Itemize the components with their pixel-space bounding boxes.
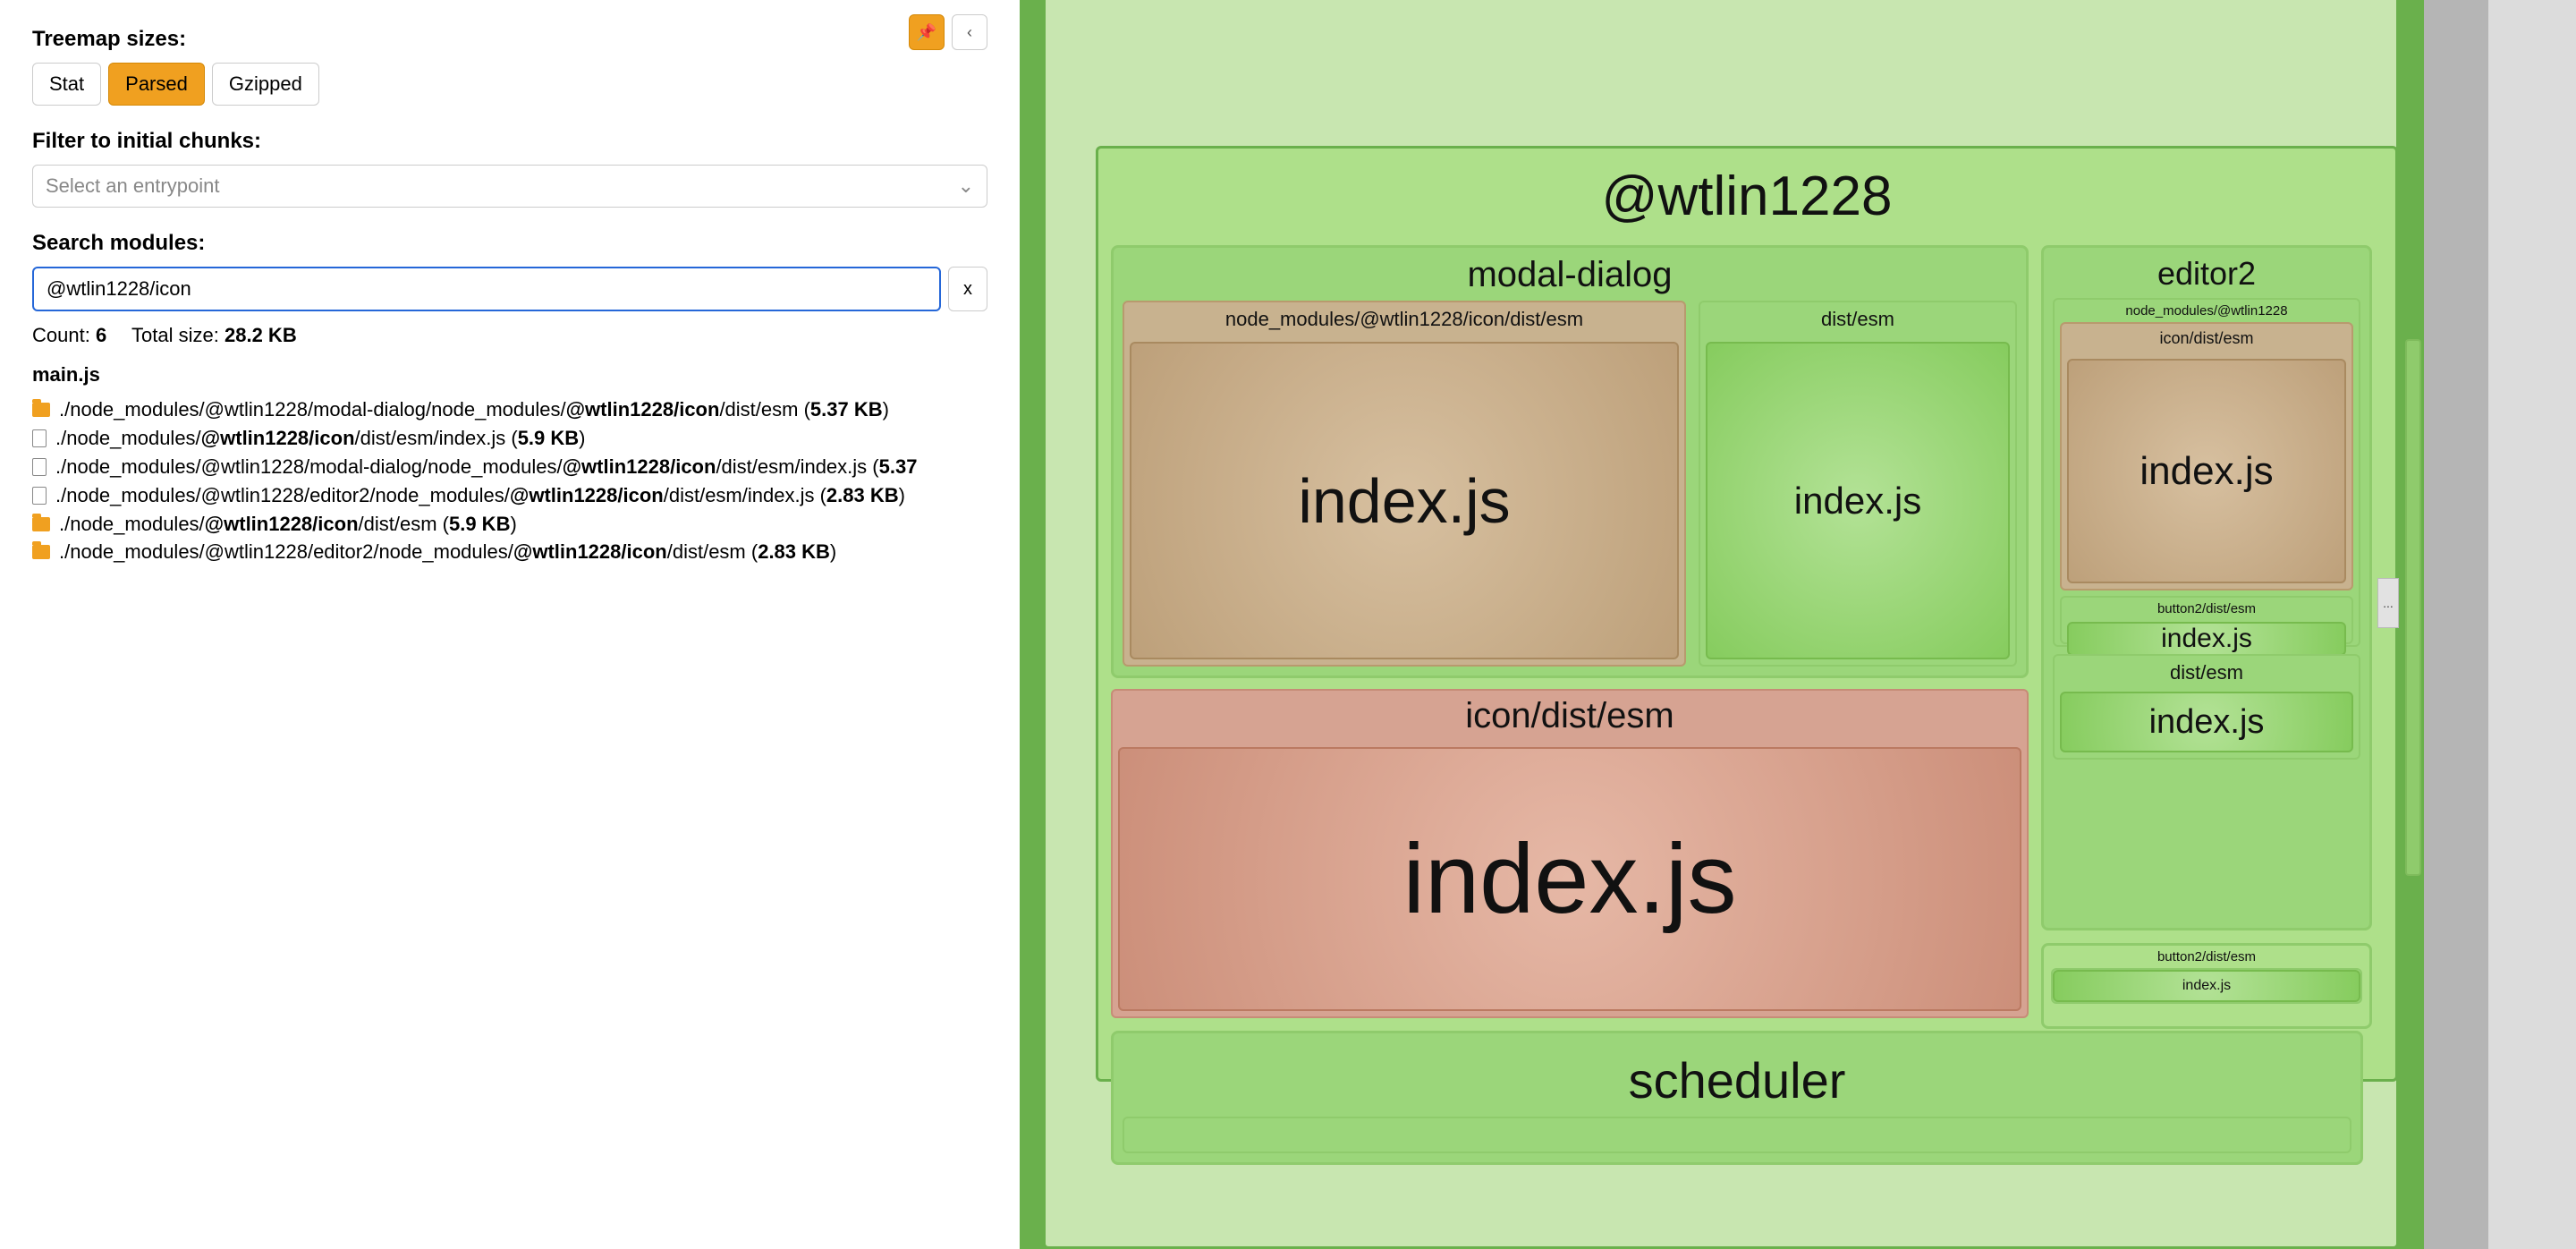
leaf-label: index.js [1130,342,1679,659]
size-parsed-button[interactable]: Parsed [108,63,205,106]
sidebar-top-buttons: 📌 ‹ [909,14,987,50]
size-gzipped-button[interactable]: Gzipped [212,63,319,106]
chunk-name: main.js [32,363,987,387]
leaf-label: index.js [2060,692,2353,752]
module-path: ./node_modules/@wtlin1228/modal-dialog/n… [59,395,889,424]
treemap-package[interactable]: @wtlin1228 modal-dialog node_modules/@wt… [1096,146,2398,1082]
leaf-label: index.js [2053,970,2360,1002]
treemap-gutter [2424,0,2488,1249]
ellipsis-tab[interactable]: ... [2377,578,2399,628]
treemap-node[interactable]: node_modules/@wtlin1228 icon/dist/esm in… [2053,298,2360,647]
node-title: modal-dialog [1114,248,2026,301]
file-icon [32,458,47,476]
leaf-header: node_modules/@wtlin1228/icon/dist/esm [1124,302,1684,336]
leaf-label: index.js [1118,747,2021,1011]
treemap-leaf[interactable]: button2/dist/esm index.js [2060,596,2353,644]
module-row[interactable]: ./node_modules/@wtlin1228/icon/dist/esm … [32,510,987,539]
entrypoint-select[interactable]: Select an entrypoint ⌄ [32,165,987,208]
leaf-label: index.js [2067,359,2346,583]
treemap-leaf[interactable]: dist/esm index.js [1699,301,2017,667]
node-title: editor2 [2044,248,2369,298]
file-icon [32,429,47,447]
leaf-header: dist/esm [2055,656,2359,690]
treemap-outer: @wtlin1228 modal-dialog node_modules/@wt… [1020,0,2424,1249]
treemap-inner: @wtlin1228 modal-dialog node_modules/@wt… [1043,0,2399,1249]
treemap-sizes-label: Treemap sizes: [32,27,987,52]
pin-button[interactable]: 📌 [909,14,945,50]
module-row[interactable]: ./node_modules/@wtlin1228/modal-dialog/n… [32,453,987,481]
search-row: x [32,267,987,311]
entrypoint-placeholder: Select an entrypoint [46,174,219,198]
package-body: modal-dialog node_modules/@wtlin1228/ico… [1111,245,2383,1066]
treemap-node-button2[interactable]: button2/dist/esm index.js [2041,943,2372,1029]
treemap-leaf[interactable]: icon/dist/esm index.js [2060,322,2353,591]
leaf-header: button2/dist/esm [2062,598,2351,620]
leaf-header: icon/dist/esm [2062,324,2351,353]
treemap[interactable]: @wtlin1228 modal-dialog node_modules/@wt… [1020,0,2576,1249]
treemap-node-editor2[interactable]: editor2 node_modules/@wtlin1228 icon/dis… [2041,245,2372,930]
totalsize-value: 28.2 KB [225,324,297,346]
module-row[interactable]: ./node_modules/@wtlin1228/editor2/node_m… [32,481,987,510]
folder-icon [32,403,50,417]
node-title: scheduler [1114,1033,2360,1117]
leaf-header: dist/esm [1700,302,2015,336]
count-label: Count: [32,324,90,346]
chevron-left-icon: ‹ [967,23,972,42]
chevron-down-icon: ⌄ [958,174,974,198]
leaf-label: index.js [1706,342,2010,659]
module-path: ./node_modules/@wtlin1228/editor2/node_m… [59,538,836,566]
search-stats: Count: 6 Total size: 28.2 KB [32,324,987,347]
filter-label: Filter to initial chunks: [32,129,987,154]
app-root: 📌 ‹ Treemap sizes: Stat Parsed Gzipped F… [0,0,2576,1249]
file-icon [32,487,47,505]
module-row[interactable]: ./node_modules/@wtlin1228/editor2/node_m… [32,538,987,566]
treemap-leaf[interactable] [1123,1117,2351,1153]
module-path: ./node_modules/@wtlin1228/editor2/node_m… [55,481,905,510]
treemap-leaf-icon[interactable]: icon/dist/esm index.js [1111,689,2029,1018]
size-button-group: Stat Parsed Gzipped [32,63,987,106]
module-path: ./node_modules/@wtlin1228/icon/dist/esm/… [55,424,586,453]
treemap-node-modal-dialog[interactable]: modal-dialog node_modules/@wtlin1228/ico… [1111,245,2029,678]
folder-icon [32,517,50,531]
treemap-node-scheduler[interactable]: scheduler [1111,1031,2363,1165]
module-list: ./node_modules/@wtlin1228/modal-dialog/n… [32,395,987,566]
count-value: 6 [96,324,106,346]
leaf-label: index.js [2067,622,2346,656]
pin-icon: 📌 [917,23,936,42]
ellipsis-icon: ... [2383,596,2394,610]
module-row[interactable]: ./node_modules/@wtlin1228/icon/dist/esm/… [32,424,987,453]
package-title: @wtlin1228 [1098,149,2395,239]
treemap-stub [2053,767,2360,917]
treemap-leaf[interactable]: dist/esm index.js [2053,654,2360,760]
sidebar: 📌 ‹ Treemap sizes: Stat Parsed Gzipped F… [0,0,1020,1249]
module-row[interactable]: ./node_modules/@wtlin1228/modal-dialog/n… [32,395,987,424]
search-input[interactable] [32,267,941,311]
leaf-header: button2/dist/esm [2044,946,2369,968]
treemap-node[interactable] [2405,339,2421,876]
search-label: Search modules: [32,231,987,256]
totalsize-label: Total size: [131,324,219,346]
clear-search-button[interactable]: x [948,267,987,311]
module-path: ./node_modules/@wtlin1228/modal-dialog/n… [55,453,917,481]
folder-icon [32,545,50,559]
collapse-button[interactable]: ‹ [952,14,987,50]
module-path: ./node_modules/@wtlin1228/icon/dist/esm … [59,510,517,539]
size-stat-button[interactable]: Stat [32,63,101,106]
leaf-header: icon/dist/esm [1113,691,2027,742]
leaf-header: node_modules/@wtlin1228 [2055,300,2359,322]
treemap-leaf[interactable]: node_modules/@wtlin1228/icon/dist/esm in… [1123,301,1686,667]
treemap-empty [2488,0,2576,1249]
